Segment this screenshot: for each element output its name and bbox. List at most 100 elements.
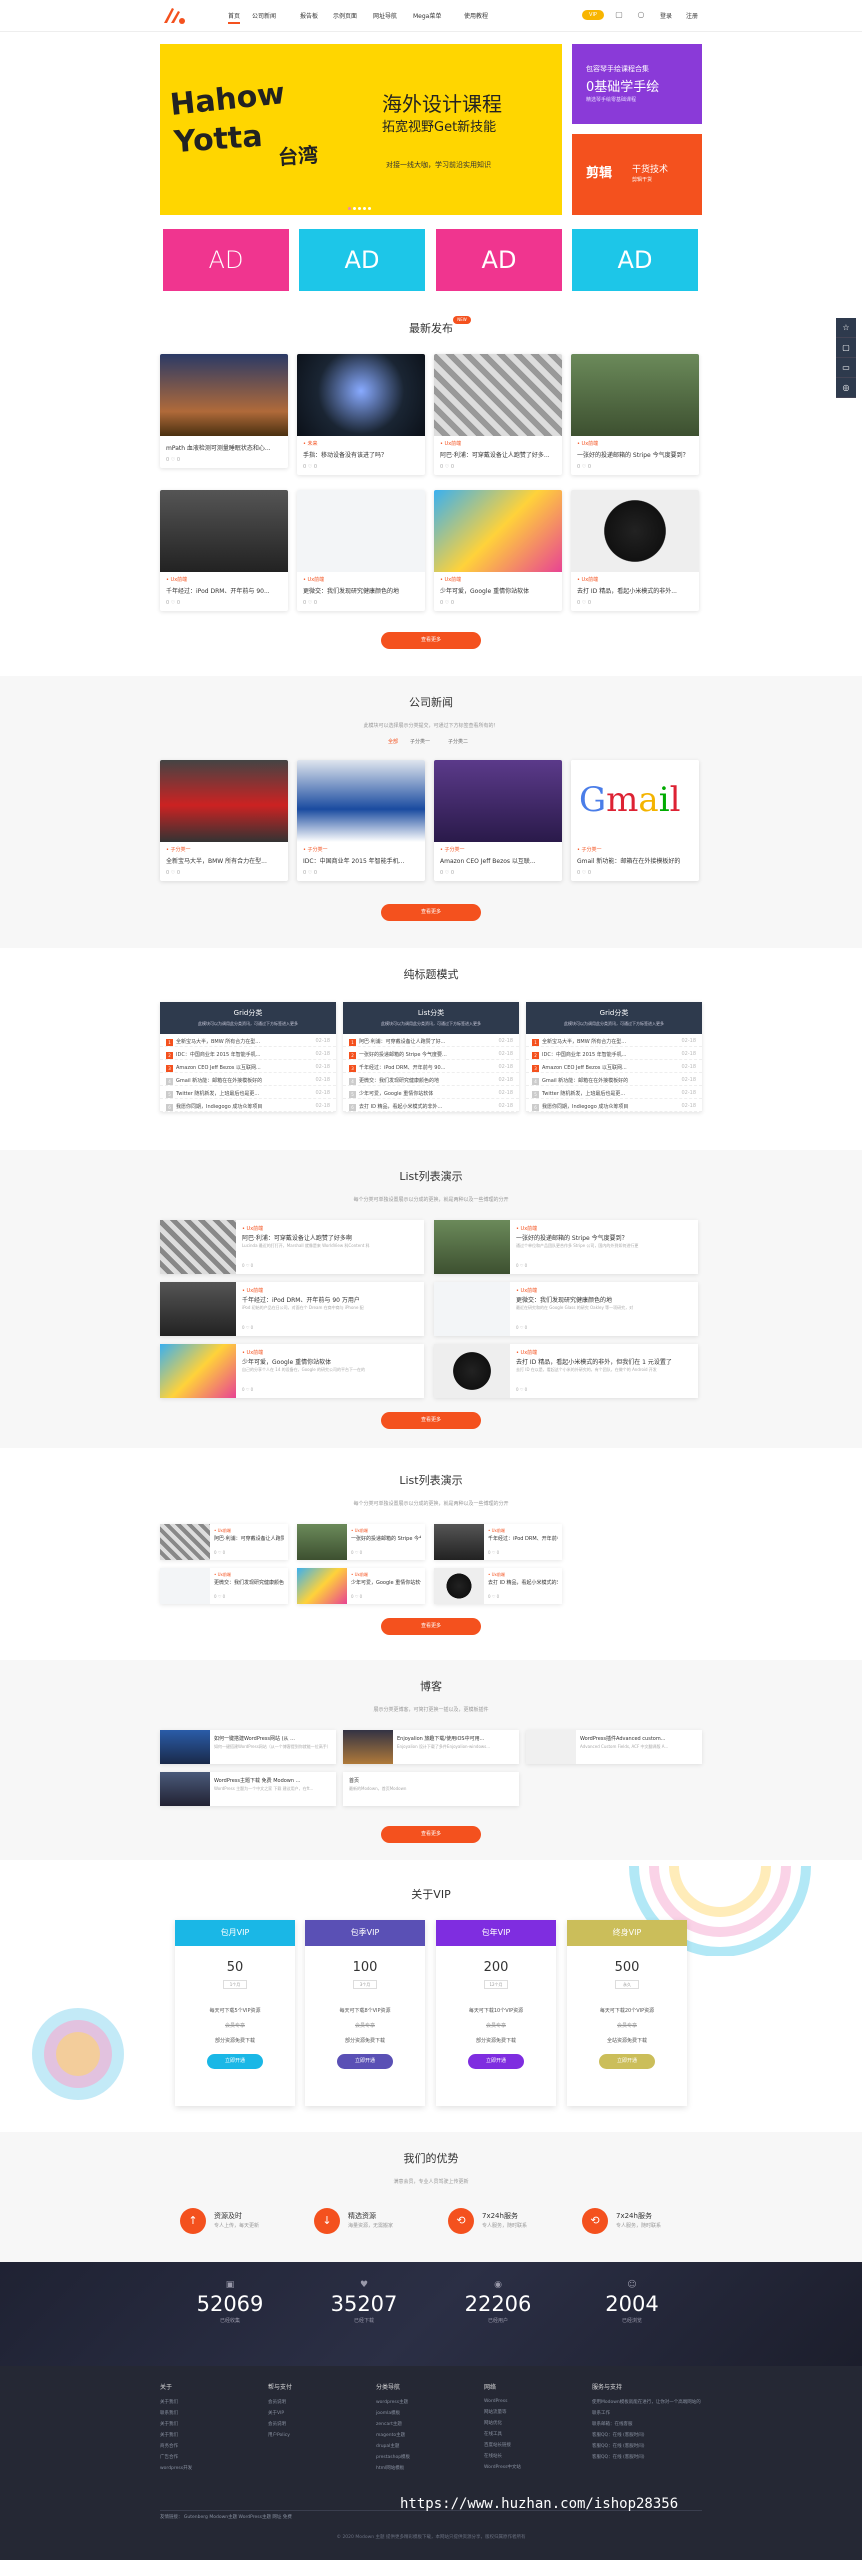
post-title[interactable]: 一张好的投递邮箱的 Stripe 今气度要到？ (571, 447, 699, 462)
latest-more-button[interactable]: 查看更多 (381, 632, 481, 649)
vip-buy-button[interactable]: 立即开通 (599, 2054, 655, 2069)
post-title[interactable]: 少年可爱，Google 重情你站软体 (434, 583, 562, 598)
post-title[interactable]: 全新宝马大半，BMW 所有合力在型... (160, 853, 288, 868)
post-card[interactable]: • Ux前端 一张好的投递邮箱的 Stripe 今气度要到？ 0 ♡ 0 (571, 354, 699, 475)
company-card[interactable]: Gmail • 子分类一 Gmail 新功能：邮箱在在外接模板好的 0 ♡ 0 (571, 760, 699, 881)
vip-buy-button[interactable]: 立即开通 (207, 2054, 263, 2069)
footer-link[interactable]: 联系工作 (592, 2410, 704, 2416)
grid-row[interactable]: 2 IDC：中国商业年 2015 年智能手机... 02-18 (526, 1047, 702, 1060)
footer-link[interactable]: 在线站长 (484, 2453, 584, 2459)
friend-links[interactable]: 友情链接： Gutenberg Modown主题 WordPress主题 网址 … (160, 2514, 292, 2520)
nav-company-news[interactable]: 公司新闻 (252, 11, 276, 20)
post-thumb[interactable] (434, 760, 562, 842)
list-title[interactable]: 去打 ID 精品，看起小米模式的非外，但我们在 1 元设置了 (516, 1357, 692, 1366)
search-icon[interactable]: ○ (636, 10, 646, 20)
footer-link[interactable]: joomla模板 (376, 2410, 476, 2416)
tab-sub-2[interactable]: 子分类二 (448, 738, 468, 745)
banner-dots[interactable] (348, 204, 376, 210)
company-card[interactable]: • 子分类一 Amazon CEO Jeff Bezos 以互联... 0 ♡ … (434, 760, 562, 881)
company-card[interactable]: • 子分类一 IDC：中国商业年 2015 年智能手机... 0 ♡ 0 (297, 760, 425, 881)
vip-buy-button[interactable]: 立即开通 (468, 2054, 524, 2069)
list-item[interactable]: • Ux前端 阿巴·利浦：可穿戴设备让人跑赞了好... 0 ♡ 0 (160, 1524, 288, 1560)
post-card[interactable]: • Ux前端 千年经过：iPod DRM、开年前与 90... 0 ♡ 0 (160, 490, 288, 611)
nav-tutorial[interactable]: 使用教程 (464, 11, 488, 20)
post-title[interactable]: 去打 ID 精品，看起小米模式的非外... (571, 583, 699, 598)
grid-row[interactable]: 5 Twitter 随机新发，上班最后也是更... 02-18 (160, 1086, 336, 1099)
grid-row[interactable]: 6 我愿你同期，Indiegogo 成功众筹项目 02-18 (160, 1099, 336, 1112)
list-item[interactable]: • Ux前端 更微交：我们发现研究健康颜色的地 0 ♡ 0 (160, 1568, 288, 1604)
list-title[interactable]: 一张好的投递邮箱的 Stripe 今气度要到？ (516, 1233, 692, 1242)
list-cat[interactable]: • Ux前端 (242, 1349, 263, 1356)
vip-buy-button[interactable]: 立即开通 (337, 2054, 393, 2069)
list-cat[interactable]: • Ux前端 (488, 1528, 505, 1534)
blog-thumb[interactable] (160, 1772, 210, 1806)
grid-row[interactable]: 4 Gmail 新功能：邮箱在在外接模板好的 02-18 (526, 1073, 702, 1086)
list-title[interactable]: 去打 ID 精品，看起小米模式的非外... (488, 1579, 558, 1586)
list-thumb[interactable] (160, 1282, 236, 1336)
list-cat[interactable]: • Ux前端 (516, 1287, 537, 1294)
footer-link[interactable]: zencart主题 (376, 2421, 476, 2427)
nav-home[interactable]: 首页 (228, 11, 241, 24)
post-card[interactable]: • Ux前端 阿巴·利浦：可穿戴设备让人跑赞了好多... 0 ♡ 0 (434, 354, 562, 475)
list-item[interactable]: • Ux前端 千年经过：iPod DRM、开年前与 90... 0 ♡ 0 (434, 1524, 562, 1560)
list-cat[interactable]: • Ux前端 (351, 1572, 368, 1578)
grid-row[interactable]: 1 全新宝马大半，BMW 所有合力在型... 02-18 (526, 1034, 702, 1047)
list-cat[interactable]: • Ux前端 (242, 1225, 263, 1232)
vip-badge[interactable]: VIP (582, 10, 604, 20)
footer-link[interactable]: 客服QQ：在线 (客服时间) (592, 2432, 704, 2438)
cart-icon[interactable]: ▢ (614, 10, 624, 20)
post-thumb[interactable] (297, 354, 425, 436)
footer-link[interactable]: 百度站长链接 (484, 2442, 584, 2448)
list-title[interactable]: 一张好的投递邮箱的 Stripe 今气度... (351, 1535, 421, 1542)
list-title[interactable]: 少年可爱，Google 重情你站软体 (351, 1579, 421, 1586)
footer-link[interactable]: wordpress主题 (376, 2399, 476, 2405)
footer-link[interactable]: 联系我们 (160, 2410, 260, 2416)
list-cat[interactable]: • Ux前端 (351, 1528, 368, 1534)
footer-link[interactable]: 网站流量等 (484, 2409, 584, 2415)
blog-item[interactable]: 首页 最新的Modown，首页Modown (343, 1772, 519, 1806)
post-thumb[interactable] (160, 490, 288, 572)
list-thumb[interactable] (434, 1568, 484, 1604)
list-cat[interactable]: • Ux前端 (214, 1528, 231, 1534)
list-cat[interactable]: • Ux前端 (516, 1349, 537, 1356)
blog-item-title[interactable]: 首页 (349, 1777, 467, 1784)
post-title[interactable]: Amazon CEO Jeff Bezos 以互联... (434, 853, 562, 868)
blog-item-title[interactable]: Enjoyalion 旅趣下载/使用iOS中可用... (397, 1735, 515, 1742)
grid-row[interactable]: 1 全新宝马大半，BMW 所有合力在型... 02-18 (160, 1034, 336, 1047)
grid-row[interactable]: 5 Twitter 随机新发，上班最后也是更... 02-18 (526, 1086, 702, 1099)
list-item[interactable]: • Ux前端 少年可爱，Google 重情你站软体 自己的分享个人在 14 的设… (160, 1344, 424, 1398)
post-title[interactable]: mPath 血液检测可测量睡眠状态和心... (160, 440, 288, 455)
post-title[interactable]: 更微交：我们发现研究健康颜色的地 (297, 583, 425, 598)
list-cat[interactable]: • Ux前端 (488, 1572, 505, 1578)
grid-row[interactable]: 4 更微交：我们发现研究健康颜色的地 02-18 (343, 1073, 519, 1086)
grid-box-title[interactable]: Grid分类 (526, 1002, 702, 1018)
ad-slot-4[interactable]: AD (572, 229, 698, 291)
grid-row[interactable]: 6 我愿你同期，Indiegogo 成功众筹项目 02-18 (526, 1099, 702, 1112)
post-thumb[interactable] (434, 354, 562, 436)
footer-link[interactable]: 会员说明 (268, 2421, 368, 2427)
post-card[interactable]: • 未来 手指：移动设备没有该进了吗？ 0 ♡ 0 (297, 354, 425, 475)
main-banner[interactable]: Hahow Yotta 台湾 海外设计课程 拓宽视野Get新技能 对接一线大咖，… (160, 44, 562, 215)
footer-link[interactable]: 会员说明 (268, 2399, 368, 2405)
side-banner-1[interactable]: 包容琴手绘课程合集 0基础学手绘 精选琴手绘零基础课程 (572, 44, 702, 124)
post-thumb[interactable] (571, 490, 699, 572)
post-thumb[interactable] (297, 760, 425, 842)
ad-slot-1[interactable]: AD (163, 229, 289, 291)
list-thumb[interactable] (160, 1344, 236, 1398)
company-more-button[interactable]: 查看更多 (381, 904, 481, 921)
footer-link[interactable]: html网站模板 (376, 2465, 476, 2471)
grid-box-title[interactable]: List分类 (343, 1002, 519, 1018)
post-thumb[interactable] (434, 490, 562, 572)
side-banner-2[interactable]: 剪辑 干货技术 剪辑干货 (572, 134, 702, 215)
footer-link[interactable]: wordpress开发 (160, 2465, 260, 2471)
grid-row[interactable]: 6 去打 ID 精品，看起小米模式的非外... 02-18 (343, 1099, 519, 1112)
footer-link[interactable]: 广告合作 (160, 2454, 260, 2460)
nav-demo[interactable]: 示例页面 (333, 11, 357, 20)
post-title[interactable]: 手指：移动设备没有该进了吗？ (297, 447, 425, 462)
company-card[interactable]: • 子分类一 全新宝马大半，BMW 所有合力在型... 0 ♡ 0 (160, 760, 288, 881)
tab-all[interactable]: 全部 (388, 738, 398, 745)
footer-link[interactable]: 联系邮箱：在线客服 (592, 2421, 704, 2427)
post-title[interactable]: 千年经过：iPod DRM、开年前与 90... (160, 583, 288, 598)
list-item[interactable]: • Ux前端 一张好的投递邮箱的 Stripe 今气度... 0 ♡ 0 (297, 1524, 425, 1560)
blog-item[interactable]: WordPress插件Advanced custom... Advanced C… (526, 1730, 702, 1764)
